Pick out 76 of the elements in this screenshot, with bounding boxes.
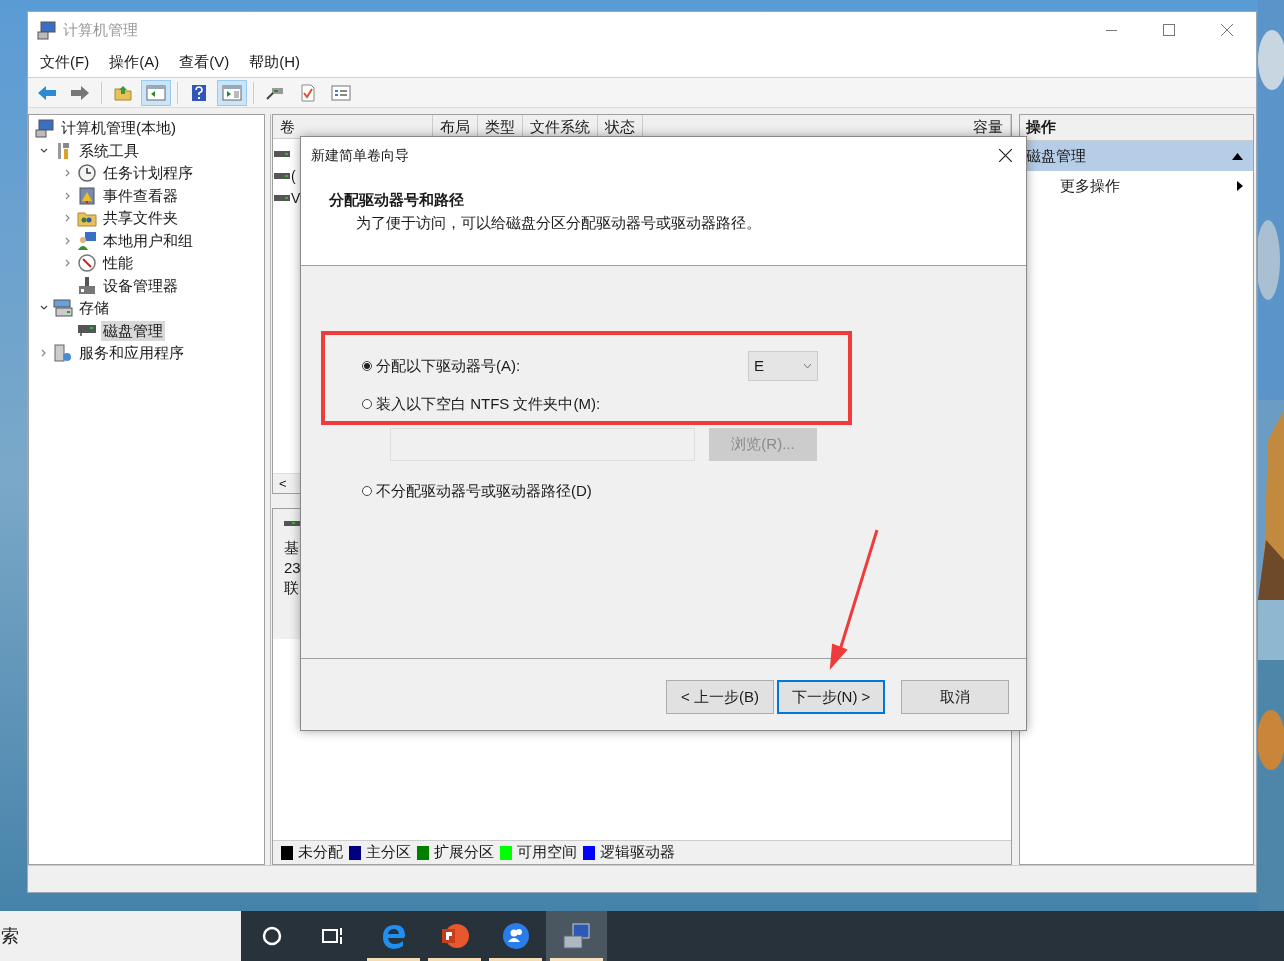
tree-item[interactable]: 设备管理器 <box>101 275 180 296</box>
radio-label[interactable]: 不分配驱动器号或驱动器路径(D) <box>376 479 592 503</box>
presentation-app-icon <box>439 922 470 950</box>
event-log-icon <box>77 185 97 206</box>
collapse-triangle-icon[interactable] <box>1232 152 1243 160</box>
menu-item[interactable]: 帮助(H) <box>249 51 300 74</box>
disk-info: 基 <box>284 538 300 558</box>
dialog-button[interactable]: < 上一步(B) <box>666 680 774 714</box>
tree-pane-icon <box>146 84 166 101</box>
close-icon <box>1221 24 1233 36</box>
back-arrow-icon <box>37 84 57 101</box>
maximize-icon <box>1163 24 1175 36</box>
tree-item[interactable]: 任务计划程序 <box>101 163 195 184</box>
drive-icon <box>274 195 290 201</box>
gauge-icon <box>77 253 97 274</box>
disk-info: 23 <box>284 558 302 578</box>
radio-button[interactable] <box>362 361 372 371</box>
dialog-title: 新建简单卷向导 <box>311 145 409 165</box>
services-icon <box>53 343 73 364</box>
users-icon <box>77 230 97 251</box>
search-box[interactable]: 索 <box>0 911 241 961</box>
tree-item[interactable]: 磁盘管理 <box>101 320 165 341</box>
task-view-icon <box>320 926 345 946</box>
folder-icon <box>114 84 132 101</box>
volume-name: ( <box>291 166 296 186</box>
people-icon <box>501 922 530 950</box>
actions-title: 操作 <box>1026 117 1056 138</box>
legend-label: 逻辑驱动器 <box>600 842 675 863</box>
radio-button[interactable] <box>362 486 372 496</box>
taskbar-button[interactable] <box>546 911 607 961</box>
drive-icon <box>274 151 290 157</box>
tree-item[interactable]: 事件查看器 <box>101 185 180 206</box>
disk-drive-icon <box>77 325 97 337</box>
properties-icon <box>331 84 351 101</box>
dropdown-caret-icon <box>804 364 811 368</box>
menu-item[interactable]: 操作(A) <box>109 51 160 74</box>
wizard-heading: 分配驱动器号和路径 <box>328 190 465 210</box>
search-text: 索 <box>1 924 19 948</box>
volume-name: V <box>291 188 301 208</box>
action-pane-icon <box>222 84 242 101</box>
circle-icon <box>260 925 283 947</box>
close-icon <box>998 148 1012 162</box>
legend-label: 扩展分区 <box>434 842 494 863</box>
minimize-icon <box>1105 29 1117 31</box>
checklist-icon <box>301 83 315 102</box>
help-icon <box>191 83 207 102</box>
storage-icon <box>53 298 73 319</box>
submenu-triangle-icon <box>1237 181 1243 191</box>
computer-icon <box>35 118 55 139</box>
drive-letter-dropdown[interactable]: E <box>748 351 818 381</box>
clock-icon <box>77 163 97 184</box>
computer-icon <box>37 20 57 40</box>
legend-label: 未分配 <box>298 842 343 863</box>
menu-item[interactable]: 查看(V) <box>179 51 230 74</box>
tree-item[interactable]: 系统工具 <box>77 140 141 161</box>
legend-label: 可用空间 <box>517 842 577 863</box>
menu-item[interactable]: 文件(F) <box>40 51 90 74</box>
disk-info: 联 <box>284 578 300 598</box>
window-title: 计算机管理 <box>63 19 138 40</box>
tree-item[interactable]: 计算机管理(本地) <box>59 118 178 139</box>
dialog-button[interactable]: 取消 <box>901 680 1009 714</box>
device-icon <box>77 275 97 296</box>
wizard-description: 为了便于访问，可以给磁盘分区分配驱动器号或驱动器路径。 <box>355 212 762 233</box>
computer-management-icon <box>560 922 593 950</box>
drive-icon <box>274 173 290 179</box>
legend-label: 主分区 <box>366 842 411 863</box>
tree-item[interactable]: 服务和应用程序 <box>77 343 186 364</box>
tree-item[interactable]: 共享文件夹 <box>101 208 180 229</box>
dialog-button[interactable]: 下一步(N) > <box>777 680 885 714</box>
tree-item[interactable]: 性能 <box>101 253 135 274</box>
drive-icon <box>284 521 300 526</box>
scroll-left-button[interactable]: < <box>273 473 293 494</box>
forward-arrow-icon <box>70 84 90 101</box>
tree-item[interactable]: 存储 <box>77 298 111 319</box>
tree-item[interactable]: 本地用户和组 <box>101 230 195 251</box>
radio-label[interactable]: 分配以下驱动器号(A): <box>376 354 521 378</box>
